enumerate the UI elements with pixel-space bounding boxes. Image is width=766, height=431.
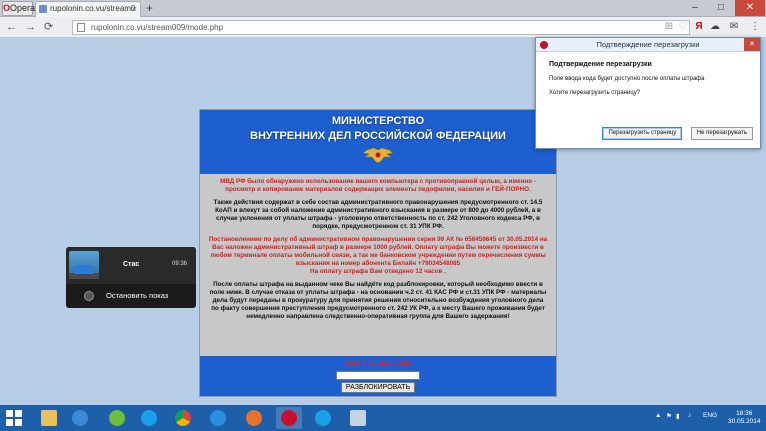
unlock-code-label: 0091 5 А 1441 1-099 [345, 361, 411, 368]
url-field[interactable]: rupolonin.co.vu/stream009/mode.php [72, 20, 690, 35]
reload-confirm-dialog: Подтверждение перезагрузки ✕ Подтвержден… [535, 37, 761, 149]
unlock-code-input[interactable] [336, 371, 420, 380]
tray-volume-icon[interactable]: ♪ [688, 412, 691, 419]
dialog-title: Подтверждение перезагрузки [596, 40, 700, 49]
dialog-heading: Подтверждение перезагрузки [549, 61, 652, 68]
maximize-window-icon[interactable]: □ [708, 0, 734, 16]
media-thumbnail [69, 251, 99, 279]
reload-page-button[interactable]: Перезагрузить страницу [602, 127, 683, 140]
ransom-footer: 0091 5 А 1441 1-099 РАЗБЛОКИРОВАТЬ [200, 356, 556, 396]
page-info-icon[interactable] [77, 23, 85, 32]
speed-dial-icon[interactable]: ⊞ [662, 20, 676, 34]
opera-menu-label: Opera [10, 3, 36, 13]
ransom-fine-text: Постановлением по делу об административн… [208, 236, 548, 267]
browser-tab[interactable]: rupolonin.co.vu/stream0 × [35, 1, 141, 17]
dialog-body: Подтверждение перезагрузки Поле ввода ко… [536, 52, 760, 96]
url-text: rupolonin.co.vu/stream009/mode.php [91, 23, 224, 32]
language-indicator[interactable]: ENG [703, 412, 717, 419]
tray-network-icon[interactable]: ▮ [676, 412, 680, 420]
cast-icon [84, 291, 94, 301]
dialog-message: Поле ввода кода будет доступно после опл… [549, 76, 705, 82]
skype-taskbar-icon-2[interactable] [310, 407, 336, 429]
stop-casting-button[interactable]: Остановить показ [70, 288, 192, 304]
utorrent-icon[interactable] [104, 407, 130, 429]
snipping-tool-icon[interactable] [345, 407, 371, 429]
windows-taskbar: ▲ ⚑ ▮ ♪ ENG 18:36 30.05.2014 [0, 405, 766, 431]
ransom-paragraph-unlock: После оплаты штрафа на выданном чеке Вы … [209, 281, 547, 320]
thumbnail-car [74, 265, 94, 274]
chrome-icon[interactable] [170, 407, 196, 429]
ransom-title-line1: МИНИСТЕРСТВО [331, 115, 425, 127]
new-tab-button[interactable]: + [146, 0, 153, 16]
media-player-icon[interactable] [67, 407, 93, 429]
clock-time: 18:36 [736, 410, 753, 417]
media-title: Стас [123, 261, 140, 268]
ransom-banner: МИНИСТЕРСТВО ВНУТРЕННИХ ДЕЛ РОССИЙСКОЙ Ф… [199, 109, 557, 397]
system-clock[interactable]: 18:36 30.05.2014 [728, 410, 761, 426]
page-favicon-icon [39, 5, 47, 13]
back-icon[interactable]: ← [6, 20, 17, 34]
bookmark-heart-icon[interactable]: ♡ [676, 20, 690, 34]
tab-close-icon[interactable]: × [132, 2, 137, 16]
browser-tab-bar: OOpera rupolonin.co.vu/stream0 × + – □ ✕ [0, 0, 766, 17]
opera-menu-button[interactable]: OOpera [2, 1, 36, 16]
mail-icon[interactable]: ✉ [727, 20, 741, 34]
media-time: 09:36 [172, 261, 188, 267]
tab-title: rupolonin.co.vu/stream0 [50, 4, 136, 13]
double-headed-eagle-icon [363, 147, 393, 163]
weather-icon[interactable]: ☁ [708, 20, 722, 34]
forward-icon[interactable]: → [25, 20, 36, 34]
dont-reload-button[interactable]: Не перезагружать [690, 127, 753, 140]
close-window-icon[interactable]: ✕ [735, 0, 765, 16]
dialog-question: Хотите перезагрузить страницу? [549, 90, 641, 96]
clock-date: 30.05.2014 [728, 418, 761, 425]
opera-taskbar-icon[interactable] [276, 407, 302, 429]
address-bar: ← → ⟳ rupolonin.co.vu/stream009/mode.php… [0, 17, 766, 38]
file-explorer-icon[interactable] [36, 407, 62, 429]
ransom-deadline-text: На оплату штрафа Вам отведено 12 часов . [310, 268, 446, 275]
ransom-paragraph-accusation: МВД РФ было обнаружено использование ваш… [220, 178, 536, 193]
ransom-title-line2: ВНУТРЕННИХ ДЕЛ РОССИЙСКОЙ ФЕДЕРАЦИИ [250, 130, 506, 142]
ransom-body: МВД РФ было обнаружено использование ваш… [200, 174, 556, 321]
reload-icon[interactable]: ⟳ [44, 20, 53, 34]
windows-start-icon[interactable] [6, 410, 22, 426]
yandex-icon[interactable]: Я [692, 20, 706, 34]
firefox-icon[interactable] [241, 407, 267, 429]
tray-flag-icon[interactable]: ⚑ [666, 412, 672, 420]
stop-casting-label: Остановить показ [106, 291, 169, 300]
ransom-header: МИНИСТЕРСТВО ВНУТРЕННИХ ДЕЛ РОССИЙСКОЙ Ф… [200, 110, 556, 174]
opera-dialog-icon [540, 41, 548, 49]
ransom-paragraph-law: Также действия содержат в себе состав ад… [213, 199, 543, 230]
media-cast-widget: Стас 09:36 Остановить показ [66, 247, 196, 308]
unlock-button[interactable]: РАЗБЛОКИРОВАТЬ [341, 382, 415, 393]
opera-logo-icon: O [3, 3, 11, 13]
ransom-paragraph-fine: Постановлением по делу об административн… [208, 236, 548, 276]
dialog-titlebar: Подтверждение перезагрузки ✕ [536, 38, 760, 52]
internet-explorer-icon[interactable] [205, 407, 231, 429]
minimize-window-icon[interactable]: – [682, 0, 708, 16]
media-info: Стас 09:36 [66, 247, 196, 284]
dialog-close-icon[interactable]: ✕ [744, 38, 760, 51]
menu-icon[interactable]: ⋮ [748, 20, 762, 34]
tray-arrow-icon[interactable]: ▲ [655, 412, 661, 419]
dialog-buttons: Перезагрузить страницу Не перезагружать [598, 121, 753, 140]
skype-icon[interactable] [136, 407, 162, 429]
